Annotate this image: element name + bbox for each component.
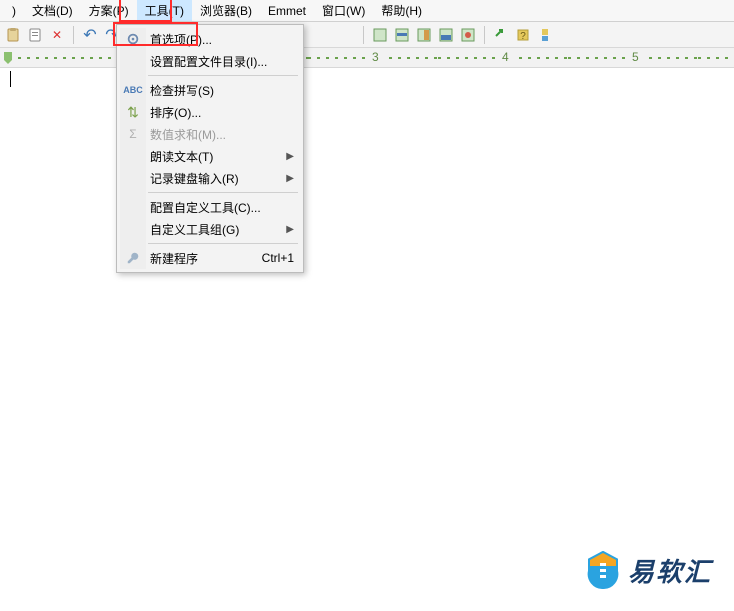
- menu-record-keyboard[interactable]: 记录键盘输入(R) ▶: [120, 167, 300, 189]
- menu-separator: [148, 75, 298, 76]
- menu-label: 朗读文本(T): [150, 148, 213, 165]
- tools-dropdown: 首选项(P)... 设置配置文件目录(I)... ABC 检查拼写(S) ⇅ 排…: [116, 24, 304, 273]
- menu-sum: Σ 数值求和(M)...: [120, 123, 300, 145]
- clipboard-icon[interactable]: [25, 25, 45, 45]
- paste-icon[interactable]: [3, 25, 23, 45]
- menu-custom-tool-group[interactable]: 自定义工具组(G) ▶: [120, 218, 300, 240]
- toolbar-separator: [363, 26, 364, 44]
- ruler-number: 3: [368, 50, 383, 64]
- sort-icon: ⇅: [125, 104, 141, 120]
- ruler: 3 4 5 6: [0, 48, 734, 68]
- ruler-number: 5: [628, 50, 643, 64]
- menu-label: 自定义工具组(G): [150, 221, 239, 238]
- menu-spellcheck[interactable]: ABC 检查拼写(S): [120, 79, 300, 101]
- panel-c-icon[interactable]: [414, 25, 434, 45]
- menu-window[interactable]: 窗口(W): [314, 0, 373, 21]
- menu-label: 新建程序: [150, 250, 198, 267]
- menu-tools[interactable]: 工具(T): [137, 0, 192, 21]
- menu-label: 配置自定义工具(C)...: [150, 199, 261, 216]
- toolbar: ✕ ↶ ↷ ?: [0, 22, 734, 48]
- menu-label: 首选项(P)...: [150, 31, 212, 48]
- menu-separator: [148, 243, 298, 244]
- menu-set-config-dir[interactable]: 设置配置文件目录(I)...: [120, 50, 300, 72]
- editor-area[interactable]: [0, 68, 734, 548]
- watermark: 易软汇: [586, 551, 712, 589]
- menu-shortcut: Ctrl+1: [262, 251, 294, 265]
- sigma-icon: Σ: [125, 126, 141, 142]
- menu-document[interactable]: 文档(D): [24, 0, 81, 21]
- menu-new-program[interactable]: 新建程序 Ctrl+1: [120, 247, 300, 269]
- menu-label: 设置配置文件目录(I)...: [150, 53, 267, 70]
- chevron-right-icon: ▶: [286, 224, 294, 235]
- text-cursor: [10, 71, 11, 87]
- menubar: ) 文档(D) 方案(P) 工具(T) 浏览器(B) Emmet 窗口(W) 帮…: [0, 0, 734, 22]
- undo-icon[interactable]: ↶: [80, 25, 100, 45]
- chevron-right-icon: ▶: [286, 151, 294, 162]
- panel-a-icon[interactable]: [370, 25, 390, 45]
- panel-b-icon[interactable]: [392, 25, 412, 45]
- watermark-text: 易软汇: [628, 552, 712, 589]
- plugin-icon[interactable]: [535, 25, 555, 45]
- watermark-logo-icon: [586, 551, 620, 589]
- menu-label: 排序(O)...: [150, 104, 201, 121]
- cut-icon[interactable]: ✕: [47, 25, 67, 45]
- svg-text:?: ?: [520, 31, 526, 42]
- gear-icon: [125, 31, 141, 47]
- panel-d-icon[interactable]: [436, 25, 456, 45]
- spellcheck-icon: ABC: [125, 82, 141, 98]
- toolbar-separator: [73, 26, 74, 44]
- chevron-right-icon: ▶: [286, 173, 294, 184]
- ruler-marker-icon[interactable]: [0, 48, 16, 68]
- toolbar-separator: [484, 26, 485, 44]
- wrench-icon: [125, 250, 141, 266]
- menu-unknown[interactable]: ): [4, 2, 24, 20]
- help-icon[interactable]: ?: [513, 25, 533, 45]
- menu-label: 数值求和(M)...: [150, 126, 226, 143]
- menu-emmet[interactable]: Emmet: [260, 2, 314, 20]
- menu-label: 记录键盘输入(R): [150, 170, 239, 187]
- ruler-number: 4: [498, 50, 513, 64]
- menu-sort[interactable]: ⇅ 排序(O)...: [120, 101, 300, 123]
- link-icon[interactable]: [491, 25, 511, 45]
- menu-browser[interactable]: 浏览器(B): [192, 0, 260, 21]
- menu-label: 检查拼写(S): [150, 82, 214, 99]
- menu-preferences[interactable]: 首选项(P)...: [120, 28, 300, 50]
- panel-e-icon[interactable]: [458, 25, 478, 45]
- menu-help[interactable]: 帮助(H): [373, 0, 430, 21]
- menu-config-custom-tools[interactable]: 配置自定义工具(C)...: [120, 196, 300, 218]
- menu-project[interactable]: 方案(P): [81, 0, 137, 21]
- menu-separator: [148, 192, 298, 193]
- menu-read-text[interactable]: 朗读文本(T) ▶: [120, 145, 300, 167]
